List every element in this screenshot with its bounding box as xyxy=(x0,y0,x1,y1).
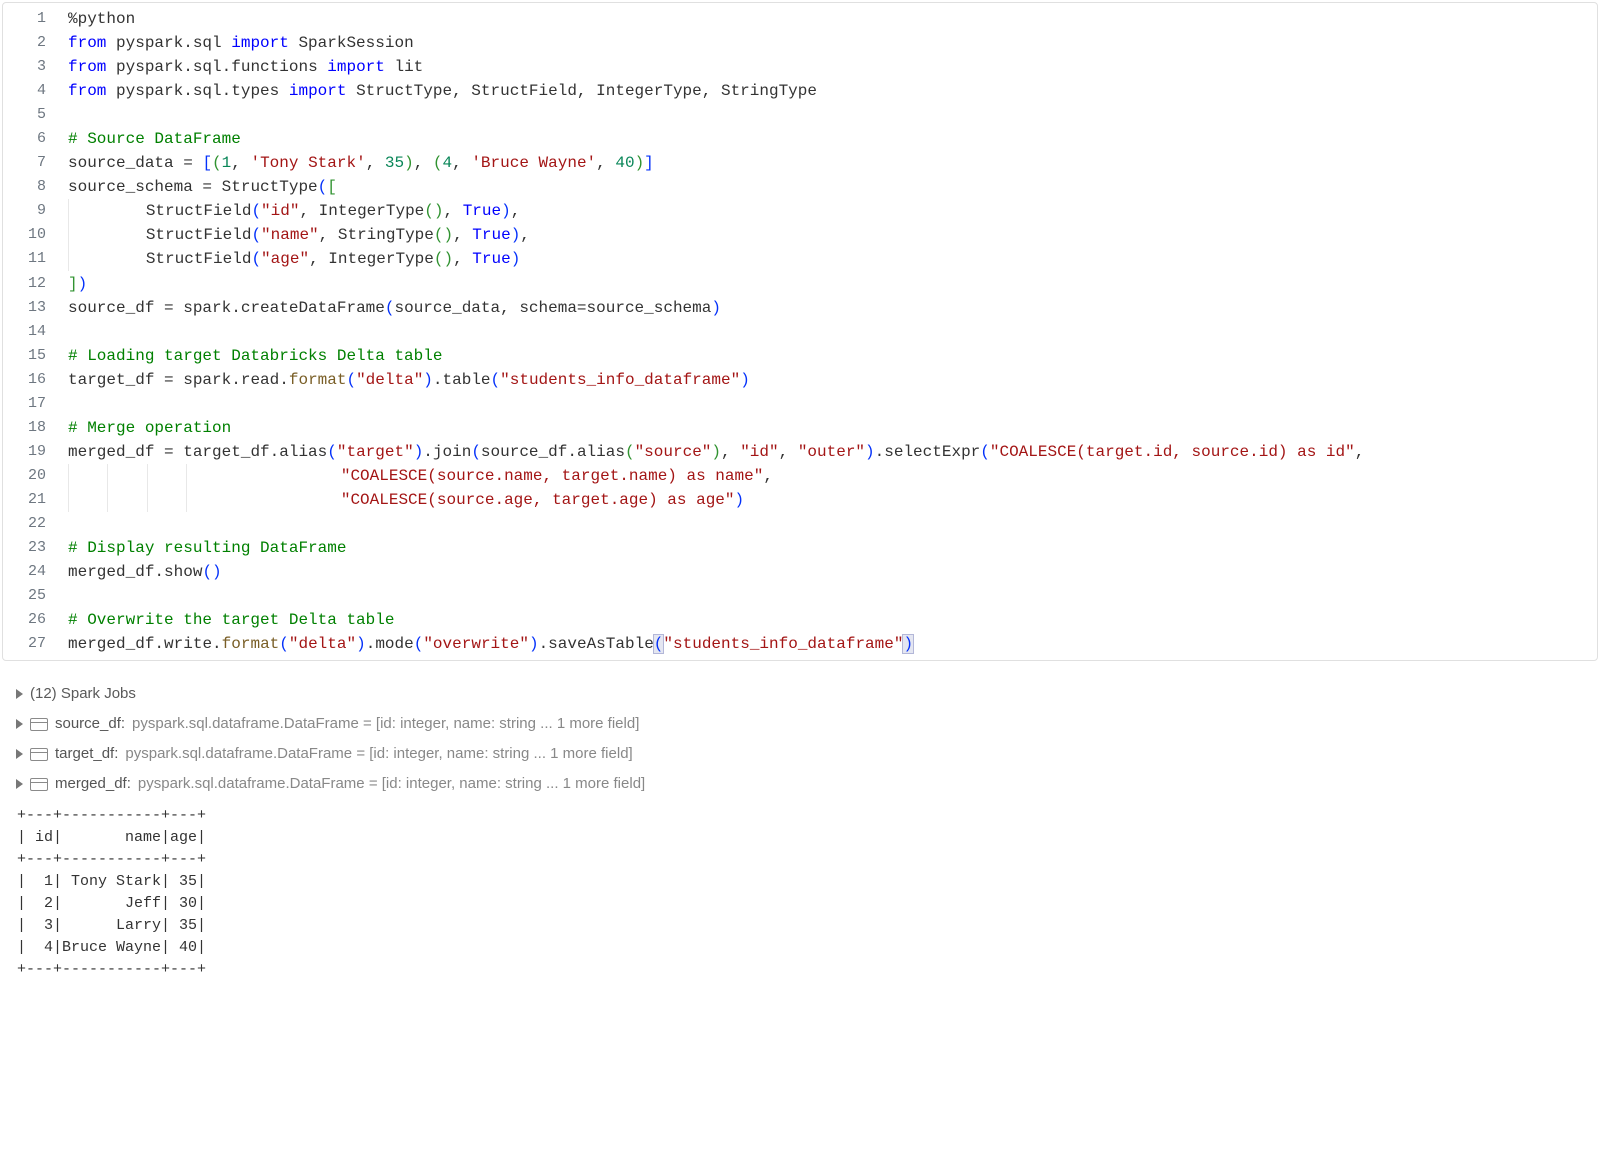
code-line[interactable]: 7source_data = [(1, 'Tony Stark', 35), (… xyxy=(3,151,1597,175)
code-line[interactable]: 2from pyspark.sql import SparkSession xyxy=(3,31,1597,55)
line-number: 23 xyxy=(3,536,68,560)
code-line[interactable]: 21 "COALESCE(source.age, target.age) as … xyxy=(3,488,1597,512)
code-line[interactable]: 23# Display resulting DataFrame xyxy=(3,536,1597,560)
dataframe-summary-row[interactable]: source_df: pyspark.sql.dataframe.DataFra… xyxy=(16,709,1584,739)
dataframe-summary-row[interactable]: merged_df: pyspark.sql.dataframe.DataFra… xyxy=(16,769,1584,799)
code-content[interactable]: StructField("age", IntegerType(), True) xyxy=(68,247,1597,271)
expand-icon[interactable] xyxy=(16,719,23,729)
code-line[interactable]: 19merged_df = target_df.alias("target").… xyxy=(3,440,1597,464)
code-line[interactable]: 13source_df = spark.createDataFrame(sour… xyxy=(3,296,1597,320)
code-content[interactable]: merged_df = target_df.alias("target").jo… xyxy=(68,440,1597,464)
line-number: 24 xyxy=(3,560,68,584)
code-content[interactable]: # Merge operation xyxy=(68,416,1597,440)
cell-output: (12) Spark Jobs source_df: pyspark.sql.d… xyxy=(2,675,1598,981)
line-number: 9 xyxy=(3,199,68,223)
code-line[interactable]: 17 xyxy=(3,392,1597,416)
expand-icon[interactable] xyxy=(16,689,23,699)
code-editor[interactable]: 1%python2from pyspark.sql import SparkSe… xyxy=(2,2,1598,661)
code-line[interactable]: 18# Merge operation xyxy=(3,416,1597,440)
code-line[interactable]: 20 "COALESCE(source.name, target.name) a… xyxy=(3,464,1597,488)
line-number: 18 xyxy=(3,416,68,440)
line-number: 3 xyxy=(3,55,68,79)
code-line[interactable]: 10 StructField("name", StringType(), Tru… xyxy=(3,223,1597,247)
line-number: 20 xyxy=(3,464,68,488)
code-content[interactable]: StructField("name", StringType(), True), xyxy=(68,223,1597,247)
line-number: 7 xyxy=(3,151,68,175)
variable-name: merged_df: xyxy=(55,773,131,795)
code-line[interactable]: 12]) xyxy=(3,272,1597,296)
line-number: 2 xyxy=(3,31,68,55)
line-number: 10 xyxy=(3,223,68,247)
line-number: 25 xyxy=(3,584,68,608)
code-content[interactable]: from pyspark.sql import SparkSession xyxy=(68,31,1597,55)
code-line[interactable]: 4from pyspark.sql.types import StructTyp… xyxy=(3,79,1597,103)
line-number: 15 xyxy=(3,344,68,368)
code-line[interactable]: 22 xyxy=(3,512,1597,536)
code-line[interactable]: 14 xyxy=(3,320,1597,344)
code-line[interactable]: 27merged_df.write.format("delta").mode("… xyxy=(3,632,1597,656)
stdout-text: +---+-----------+---+ | id| name|age| +-… xyxy=(16,799,1584,981)
code-line[interactable]: 26# Overwrite the target Delta table xyxy=(3,608,1597,632)
code-line[interactable]: 1%python xyxy=(3,7,1597,31)
line-number: 17 xyxy=(3,392,68,416)
code-content[interactable]: source_data = [(1, 'Tony Stark', 35), (4… xyxy=(68,151,1597,175)
code-line[interactable]: 24merged_df.show() xyxy=(3,560,1597,584)
line-number: 4 xyxy=(3,79,68,103)
code-line[interactable]: 3from pyspark.sql.functions import lit xyxy=(3,55,1597,79)
line-number: 14 xyxy=(3,320,68,344)
code-line[interactable]: 25 xyxy=(3,584,1597,608)
code-line[interactable]: 8source_schema = StructType([ xyxy=(3,175,1597,199)
table-icon xyxy=(30,778,48,791)
code-line[interactable]: 16target_df = spark.read.format("delta")… xyxy=(3,368,1597,392)
variable-type: pyspark.sql.dataframe.DataFrame = [id: i… xyxy=(125,743,632,765)
variable-name: target_df: xyxy=(55,743,118,765)
code-content[interactable]: from pyspark.sql.types import StructType… xyxy=(68,79,1597,103)
line-number: 16 xyxy=(3,368,68,392)
code-line[interactable]: 6# Source DataFrame xyxy=(3,127,1597,151)
code-content[interactable]: %python xyxy=(68,7,1597,31)
code-content[interactable]: # Source DataFrame xyxy=(68,127,1597,151)
line-number: 21 xyxy=(3,488,68,512)
code-content[interactable]: # Loading target Databricks Delta table xyxy=(68,344,1597,368)
line-number: 5 xyxy=(3,103,68,127)
code-content[interactable]: "COALESCE(source.name, target.name) as n… xyxy=(68,464,1597,488)
line-number: 19 xyxy=(3,440,68,464)
variable-type: pyspark.sql.dataframe.DataFrame = [id: i… xyxy=(132,713,639,735)
table-icon xyxy=(30,748,48,761)
code-content[interactable]: source_df = spark.createDataFrame(source… xyxy=(68,296,1597,320)
code-content[interactable]: source_schema = StructType([ xyxy=(68,175,1597,199)
line-number: 26 xyxy=(3,608,68,632)
spark-jobs-label: (12) Spark Jobs xyxy=(30,683,136,705)
spark-jobs-row[interactable]: (12) Spark Jobs xyxy=(16,679,1584,709)
line-number: 1 xyxy=(3,7,68,31)
table-icon xyxy=(30,718,48,731)
line-number: 11 xyxy=(3,247,68,271)
expand-icon[interactable] xyxy=(16,779,23,789)
code-content[interactable]: # Overwrite the target Delta table xyxy=(68,608,1597,632)
expand-icon[interactable] xyxy=(16,749,23,759)
code-content[interactable]: merged_df.show() xyxy=(68,560,1597,584)
line-number: 27 xyxy=(3,632,68,656)
code-line[interactable]: 5 xyxy=(3,103,1597,127)
code-content[interactable]: target_df = spark.read.format("delta").t… xyxy=(68,368,1597,392)
line-number: 22 xyxy=(3,512,68,536)
code-line[interactable]: 9 StructField("id", IntegerType(), True)… xyxy=(3,199,1597,223)
line-number: 6 xyxy=(3,127,68,151)
line-number: 13 xyxy=(3,296,68,320)
code-content[interactable]: "COALESCE(source.age, target.age) as age… xyxy=(68,488,1597,512)
code-content[interactable]: ]) xyxy=(68,272,1597,296)
code-content[interactable]: # Display resulting DataFrame xyxy=(68,536,1597,560)
line-number: 8 xyxy=(3,175,68,199)
code-content[interactable]: merged_df.write.format("delta").mode("ov… xyxy=(68,632,1597,656)
code-line[interactable]: 15# Loading target Databricks Delta tabl… xyxy=(3,344,1597,368)
code-content[interactable]: StructField("id", IntegerType(), True), xyxy=(68,199,1597,223)
dataframe-summary-row[interactable]: target_df: pyspark.sql.dataframe.DataFra… xyxy=(16,739,1584,769)
code-content[interactable]: from pyspark.sql.functions import lit xyxy=(68,55,1597,79)
variable-type: pyspark.sql.dataframe.DataFrame = [id: i… xyxy=(138,773,645,795)
code-line[interactable]: 11 StructField("age", IntegerType(), Tru… xyxy=(3,247,1597,271)
line-number: 12 xyxy=(3,272,68,296)
variable-name: source_df: xyxy=(55,713,125,735)
